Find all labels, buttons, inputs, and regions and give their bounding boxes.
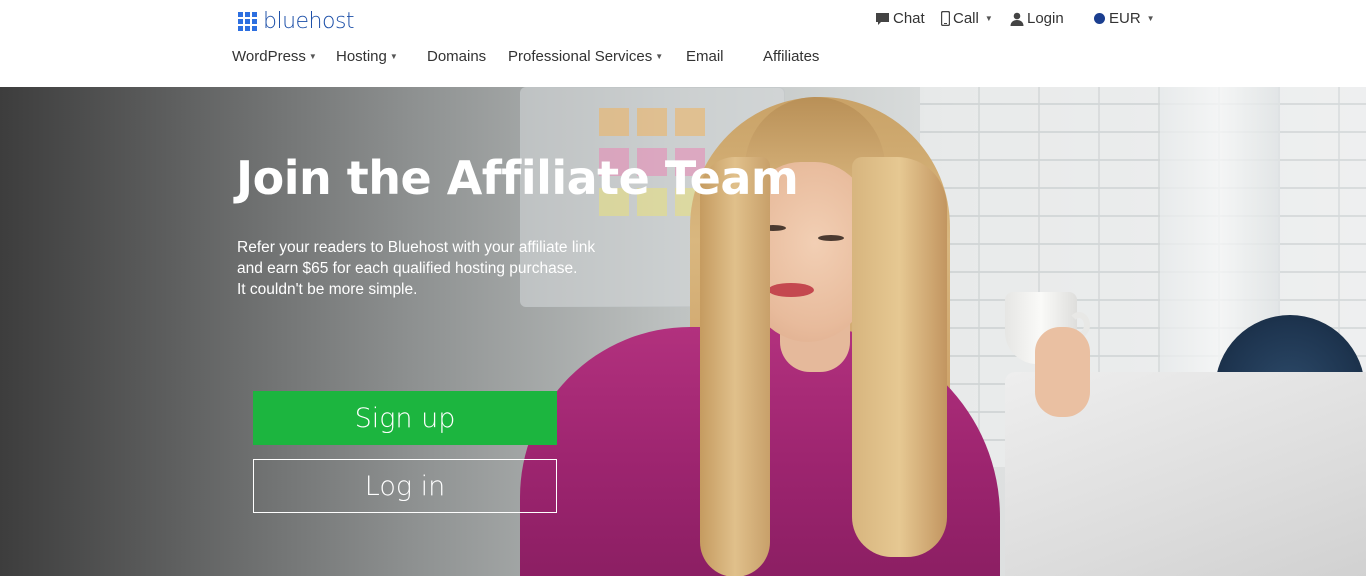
phone-icon: [941, 11, 950, 26]
globe-icon: [1094, 13, 1105, 24]
nav-item-label: Professional Services: [508, 48, 653, 65]
log-in-button[interactable]: Log in: [253, 459, 557, 513]
chat-label: Chat: [893, 10, 925, 27]
sign-up-button[interactable]: Sign up: [253, 391, 557, 445]
user-icon: [1010, 12, 1024, 26]
chat-bubble-icon: [876, 12, 889, 25]
main-nav: WordPress ▼ Hosting ▼ Domains Profession…: [0, 48, 1366, 70]
hero-title: Join the Affiliate Team: [236, 151, 799, 205]
nav-item-affiliates[interactable]: Affiliates: [763, 48, 819, 65]
currency-dropdown[interactable]: EUR ▼: [1093, 10, 1155, 27]
nav-item-wordpress[interactable]: WordPress ▼: [232, 48, 317, 65]
hero-description-line: It couldn't be more simple.: [237, 281, 418, 298]
nav-item-label: WordPress: [232, 48, 306, 65]
nav-item-label: Affiliates: [763, 48, 820, 65]
chevron-down-icon: ▼: [1146, 14, 1155, 23]
chevron-down-icon: ▼: [389, 52, 398, 61]
chevron-down-icon: ▼: [308, 52, 317, 61]
call-dropdown[interactable]: Call ▼: [941, 10, 993, 27]
nav-item-domains[interactable]: Domains: [427, 48, 486, 65]
hero-description: Refer your readers to Bluehost with your…: [237, 237, 657, 300]
utility-nav: Chat Call ▼ Login EUR ▼: [0, 10, 1366, 32]
nav-item-label: Domains: [427, 48, 487, 65]
nav-item-label: Email: [686, 48, 724, 65]
chevron-down-icon: ▼: [655, 52, 664, 61]
hero-description-line: and earn $65 for each qualified hosting …: [237, 260, 578, 277]
site-header: bluehost Chat Call ▼ Login EUR ▼ WordPre…: [0, 0, 1366, 87]
hero-section: Join the Affiliate Team Refer your reade…: [0, 87, 1366, 576]
currency-label: EUR: [1109, 10, 1141, 27]
nav-item-email[interactable]: Email: [686, 48, 724, 65]
chevron-down-icon: ▼: [984, 14, 993, 23]
nav-item-label: Hosting: [336, 48, 387, 65]
login-label: Login: [1027, 10, 1064, 27]
nav-item-hosting[interactable]: Hosting ▼: [336, 48, 398, 65]
nav-item-professional-services[interactable]: Professional Services ▼: [508, 48, 663, 65]
login-link[interactable]: Login: [1010, 10, 1064, 27]
hero-description-line: Refer your readers to Bluehost with your…: [237, 239, 596, 256]
call-label: Call: [953, 10, 979, 27]
chat-link[interactable]: Chat: [875, 10, 925, 27]
